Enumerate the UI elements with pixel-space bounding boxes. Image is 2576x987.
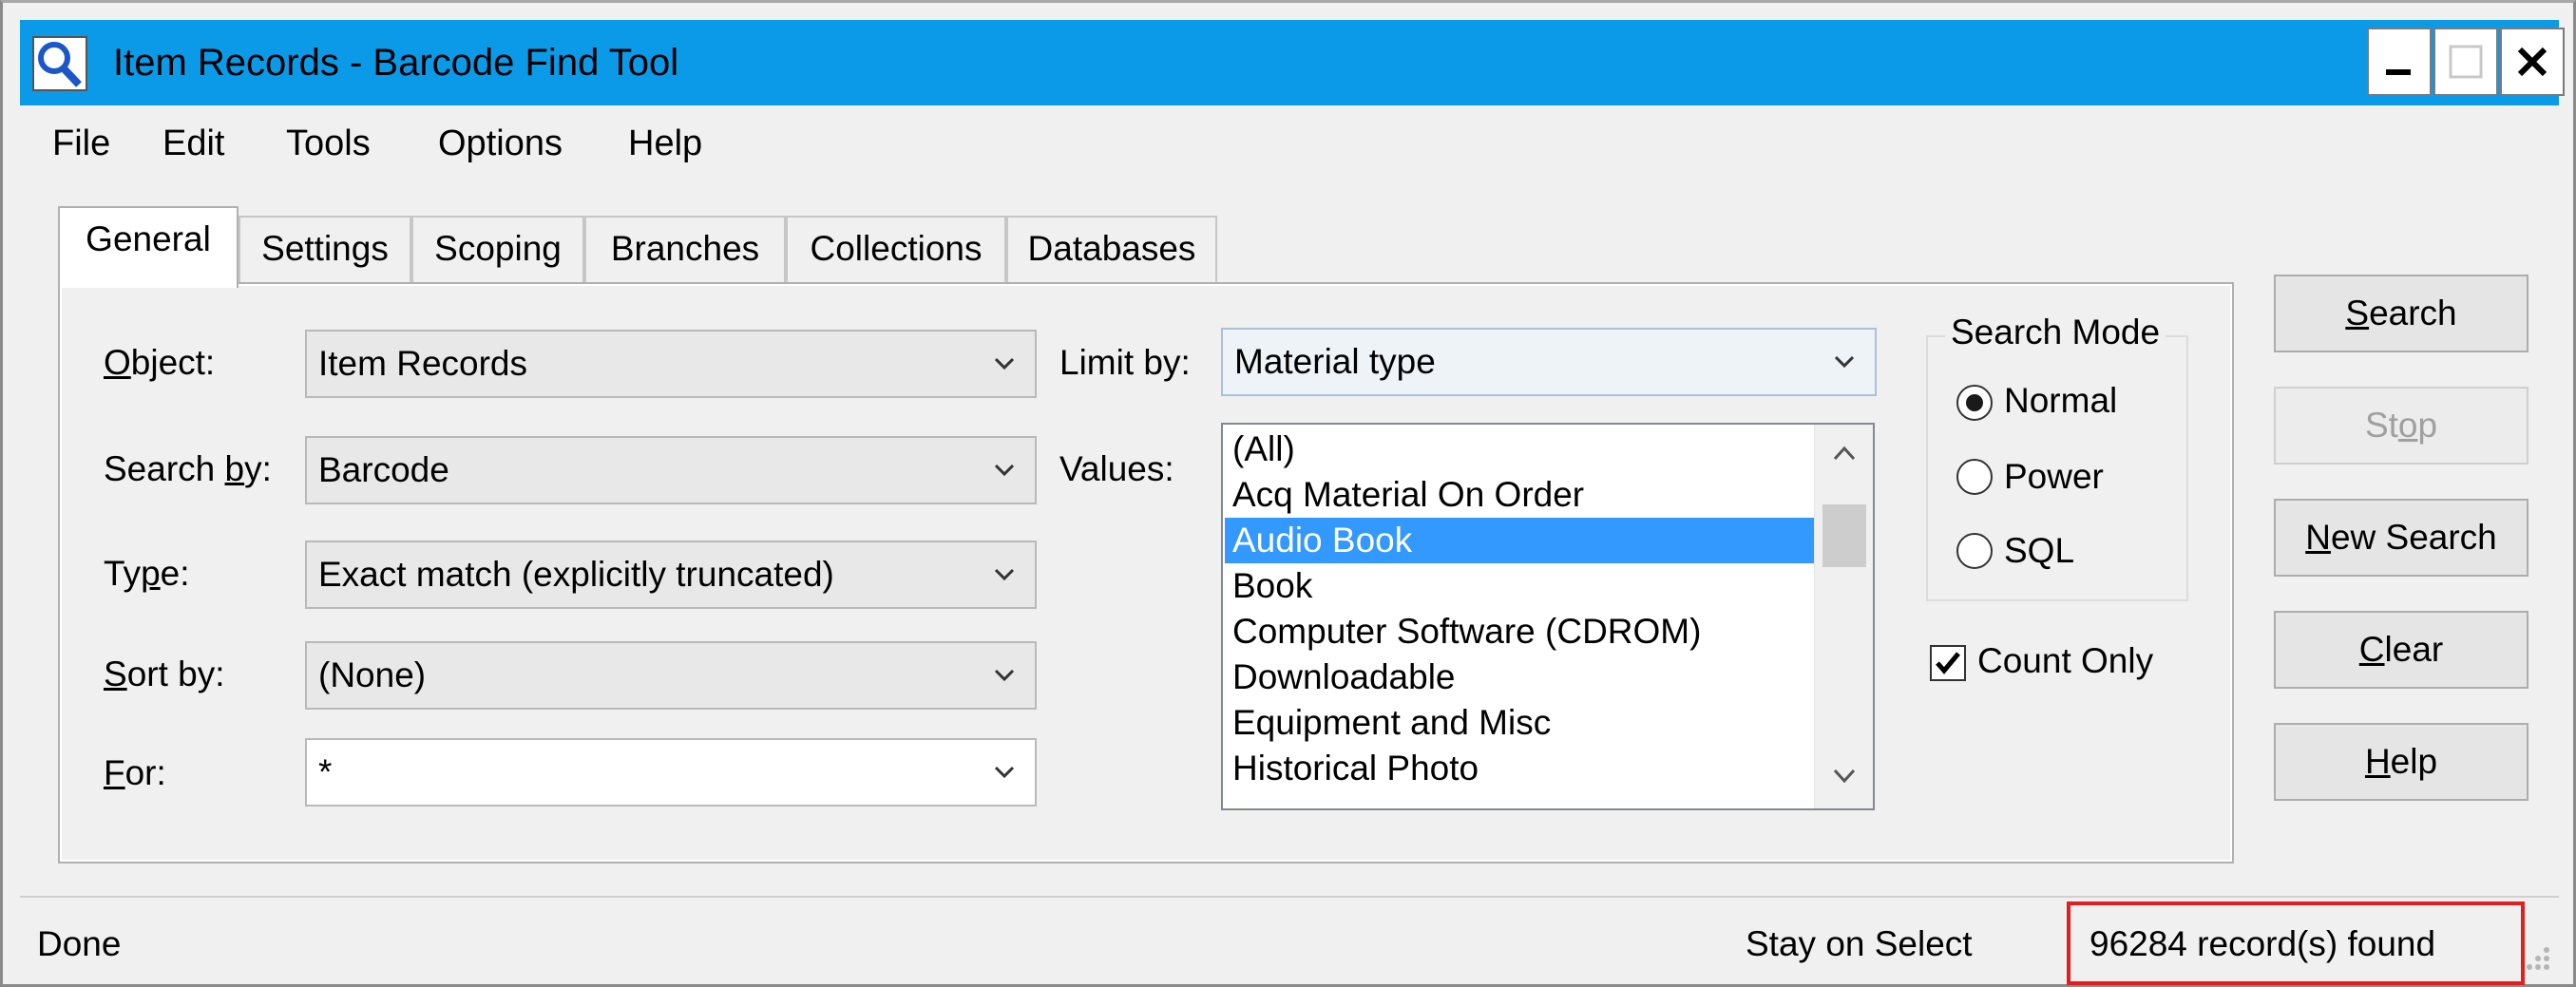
type-select[interactable]: Exact match (explicitly truncated) [305,541,1037,609]
chevron-down-icon [1834,355,1855,369]
for-input-value: * [318,752,333,791]
magnifier-icon [31,35,88,92]
tab-settings[interactable]: Settings [239,216,411,282]
object-label: Object: [104,343,216,382]
tab-branches[interactable]: Branches [584,216,786,282]
menu-options[interactable]: Options [438,109,563,178]
object-select[interactable]: Item Records [305,330,1037,398]
maximize-icon [2449,45,2483,79]
sort-by-select-value: (None) [318,655,427,694]
radio-sql[interactable] [1956,533,1993,569]
count-only-label: Count Only [1977,641,2154,680]
search-mode-title: Search Mode [1945,313,2166,352]
search-by-label: Search by: [104,449,272,488]
clear-button[interactable]: Clear [2274,611,2528,689]
window-title: Item Records - Barcode Find Tool [113,42,679,84]
radio-normal-label: Normal [2004,381,2118,420]
radio-power-label: Power [2004,457,2104,496]
menu-edit[interactable]: Edit [162,109,224,178]
type-label: Type: [104,554,190,593]
scroll-thumb[interactable] [1822,504,1866,567]
record-count-highlight [2067,902,2525,985]
status-mode: Stay on Select [1746,924,1973,963]
list-item[interactable]: Computer Software (CDROM) [1232,609,1701,655]
chevron-down-icon [994,669,1015,682]
app-window: Item Records - Barcode Find Tool File Ed… [0,0,2576,987]
close-icon [2517,47,2547,77]
menu-bar: File Edit Tools Options Help [20,109,2559,178]
list-item[interactable]: Acq Material On Order [1232,472,1584,518]
list-item[interactable]: Historical Photo [1232,746,1479,791]
values-label: Values: [1059,449,1174,488]
sort-by-label: Sort by: [104,655,225,693]
sort-by-select[interactable]: (None) [305,641,1037,710]
tab-collections[interactable]: Collections [786,216,1006,282]
values-listbox[interactable]: (All) Acq Material On Order Audio Book B… [1221,423,1875,810]
values-scrollbar[interactable] [1814,425,1873,808]
resize-grip-icon[interactable] [2523,943,2551,972]
help-button[interactable]: Help [2274,723,2528,801]
tab-databases[interactable]: Databases [1006,216,1217,282]
menu-help[interactable]: Help [628,109,702,178]
list-item[interactable]: Equipment and Misc [1232,700,1551,746]
limit-by-select-value: Material type [1234,342,1436,381]
status-text: Done [37,924,122,963]
list-item-selected[interactable]: Audio Book [1225,518,1814,563]
status-separator [20,896,2559,898]
new-search-button[interactable]: New Search [2274,499,2528,577]
menu-file[interactable]: File [52,109,110,178]
close-button[interactable] [2500,28,2565,96]
chevron-down-icon [994,568,1015,581]
chevron-down-icon [994,766,1015,779]
radio-normal[interactable] [1956,385,1993,421]
chevron-up-icon[interactable] [1832,444,1857,463]
title-bar: Item Records - Barcode Find Tool [20,20,2565,105]
search-button[interactable]: Search [2274,275,2528,352]
list-item[interactable]: Downloadable [1232,655,1456,700]
for-input[interactable]: * [305,738,1037,807]
search-by-select-value: Barcode [318,450,449,489]
type-select-value: Exact match (explicitly truncated) [318,555,834,594]
object-select-value: Item Records [318,344,528,383]
minimize-icon [2386,69,2411,75]
checkmark-icon [1936,652,1960,674]
for-label: For: [104,753,166,792]
menu-tools[interactable]: Tools [286,109,371,178]
chevron-down-icon[interactable] [1832,767,1857,786]
maximize-button[interactable] [2433,28,2498,96]
list-item[interactable]: (All) [1232,427,1295,472]
stop-button[interactable]: Stop [2274,387,2528,465]
list-item[interactable]: Book [1232,563,1312,609]
tab-scoping[interactable]: Scoping [411,216,584,282]
count-only-checkbox[interactable] [1930,645,1966,681]
radio-power[interactable] [1956,459,1993,495]
limit-by-label: Limit by: [1059,343,1191,382]
chevron-down-icon [994,357,1015,370]
tab-general[interactable]: General [58,206,239,288]
chevron-down-icon [994,464,1015,477]
minimize-button[interactable] [2367,28,2432,96]
radio-sql-label: SQL [2004,531,2075,570]
search-by-select[interactable]: Barcode [305,436,1037,504]
limit-by-select[interactable]: Material type [1221,328,1877,396]
